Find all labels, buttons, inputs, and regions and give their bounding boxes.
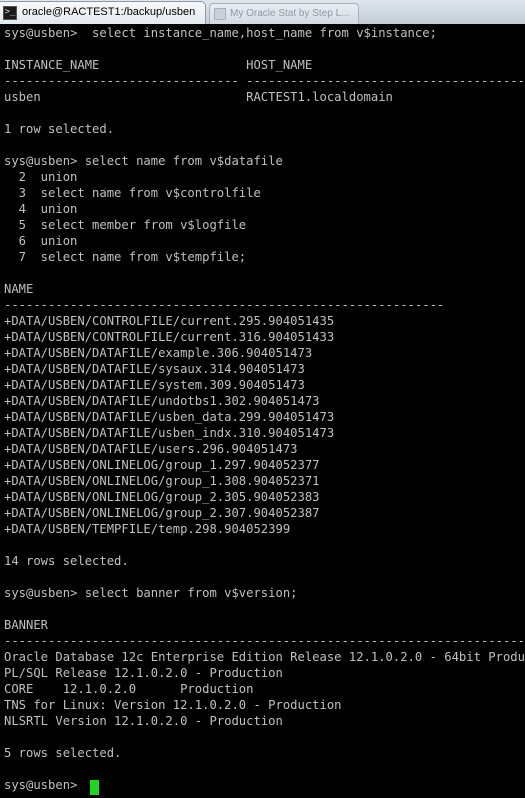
text-cursor (90, 780, 99, 795)
terminal-line: +DATA/USBEN/DATAFILE/sysaux.314.90405147… (4, 362, 305, 376)
terminal-line: 6 union (4, 234, 78, 248)
inactive-tab[interactable]: My Oracle Stat by Step L... (209, 3, 359, 24)
page-icon (214, 8, 226, 20)
session-tab-title: oracle@RACTEST1:/backup/usben (22, 6, 196, 18)
terminal-line: PL/SQL Release 12.1.0.2.0 - Production (4, 666, 283, 680)
terminal-line: NAME (4, 282, 34, 296)
terminal-line: 3 select name from v$controlfile (4, 186, 261, 200)
terminal-line: +DATA/USBEN/CONTROLFILE/current.316.9040… (4, 330, 335, 344)
terminal-line: BANNER (4, 618, 49, 632)
terminal-line: ----------------------------------------… (4, 298, 445, 312)
terminal-line: -------------------------------- -------… (4, 74, 525, 88)
terminal-line: Oracle Database 12c Enterprise Edition R… (4, 650, 525, 664)
terminal-line: +DATA/USBEN/DATAFILE/example.306.9040514… (4, 346, 313, 360)
terminal-line: CORE 12.1.0.2.0 Production (4, 682, 254, 696)
terminal-line: +DATA/USBEN/DATAFILE/users.296.904051473 (4, 442, 298, 456)
terminal-line: NLSRTL Version 12.1.0.2.0 - Production (4, 714, 283, 728)
terminal-line: +DATA/USBEN/ONLINELOG/group_2.305.904052… (4, 490, 320, 504)
terminal-line: +DATA/USBEN/DATAFILE/usben_indx.310.9040… (4, 426, 335, 440)
terminal-line: sys@usben> (4, 778, 85, 792)
terminal-line: sys@usben> select banner from v$version; (4, 586, 298, 600)
terminal-line: +DATA/USBEN/ONLINELOG/group_1.297.904052… (4, 458, 320, 472)
terminal-line: usben RACTEST1.localdomain (4, 90, 393, 104)
terminal-line: +DATA/USBEN/DATAFILE/system.309.90405147… (4, 378, 305, 392)
terminal-line: 1 row selected. (4, 122, 115, 136)
terminal-line: 2 union (4, 170, 78, 184)
terminal-line: sys@usben> select name from v$datafile (4, 154, 283, 168)
terminal-line: +DATA/USBEN/ONLINELOG/group_2.307.904052… (4, 506, 320, 520)
window-titlebar: >_ oracle@RACTEST1:/backup/usben My Orac… (0, 0, 525, 25)
terminal-icon: >_ (3, 6, 17, 20)
active-session-tab[interactable]: >_ oracle@RACTEST1:/backup/usben (0, 1, 206, 24)
terminal-line: TNS for Linux: Version 12.1.0.2.0 - Prod… (4, 698, 342, 712)
terminal-line: +DATA/USBEN/DATAFILE/undotbs1.302.904051… (4, 394, 320, 408)
terminal-line: +DATA/USBEN/TEMPFILE/temp.298.904052399 (4, 522, 291, 536)
terminal-line: 5 select member from v$logfile (4, 218, 247, 232)
terminal-line: INSTANCE_NAME HOST_NAME (4, 58, 313, 72)
terminal-line: 5 rows selected. (4, 746, 122, 760)
terminal-line: +DATA/USBEN/CONTROLFILE/current.295.9040… (4, 314, 335, 328)
inactive-tab-title: My Oracle Stat by Step L... (230, 8, 350, 19)
terminal-line: +DATA/USBEN/DATAFILE/usben_data.299.9040… (4, 410, 335, 424)
terminal-line: ----------------------------------------… (4, 634, 525, 648)
terminal-output[interactable]: sys@usben> select instance_name,host_nam… (0, 24, 525, 798)
terminal-line: +DATA/USBEN/ONLINELOG/group_1.308.904052… (4, 474, 320, 488)
terminal-line: 14 rows selected. (4, 554, 129, 568)
terminal-line: 4 union (4, 202, 78, 216)
terminal-line: sys@usben> select instance_name,host_nam… (4, 26, 437, 40)
terminal-line: 7 select name from v$tempfile; (4, 250, 247, 264)
